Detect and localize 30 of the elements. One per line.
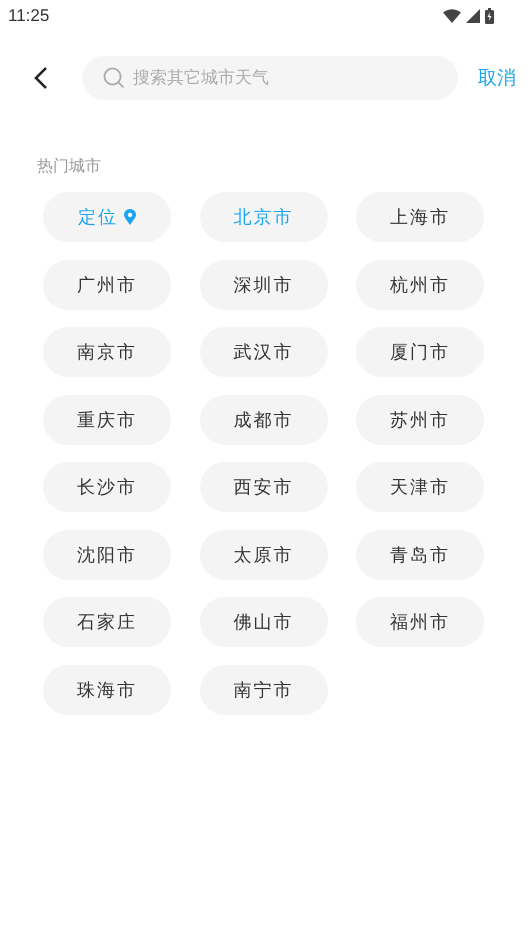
city-chip[interactable]: 佛山市 — [200, 597, 328, 647]
status-time: 11:25 — [8, 6, 50, 26]
city-chip[interactable]: 苏州市 — [356, 394, 484, 444]
city-chip[interactable]: 南宁市 — [200, 664, 328, 714]
signal-icon — [466, 9, 480, 23]
city-chip[interactable]: 福州市 — [356, 597, 484, 647]
search-field[interactable]: 搜索其它城市天气 — [82, 56, 458, 100]
city-chip[interactable]: 沈阳市 — [43, 530, 171, 580]
section-title: 热门城市 — [37, 156, 102, 177]
city-chip[interactable]: 成都市 — [200, 394, 328, 444]
city-chip[interactable]: 西安市 — [200, 462, 328, 512]
city-chip[interactable]: 长沙市 — [43, 462, 171, 512]
city-chip[interactable]: 厦门市 — [356, 327, 484, 377]
city-chip[interactable]: 南京市 — [43, 327, 171, 377]
back-icon[interactable] — [34, 66, 48, 90]
city-chip[interactable]: 珠海市 — [43, 664, 171, 714]
city-chip[interactable]: 武汉市 — [200, 327, 328, 377]
city-chip[interactable]: 石家庄 — [43, 597, 171, 647]
city-chip[interactable]: 杭州市 — [356, 260, 484, 310]
wifi-icon — [443, 9, 461, 23]
city-chip[interactable]: 深圳市 — [200, 260, 328, 310]
locate-label: 定位 — [78, 206, 118, 229]
city-chip[interactable]: 天津市 — [356, 462, 484, 512]
location-pin-icon — [124, 209, 136, 225]
city-chip[interactable]: 重庆市 — [43, 394, 171, 444]
city-chip[interactable]: 青岛市 — [356, 530, 484, 580]
city-chip[interactable]: 太原市 — [200, 530, 328, 580]
battery-icon — [485, 8, 494, 24]
city-chip[interactable]: 上海市 — [356, 192, 484, 242]
city-chip[interactable]: 广州市 — [43, 260, 171, 310]
